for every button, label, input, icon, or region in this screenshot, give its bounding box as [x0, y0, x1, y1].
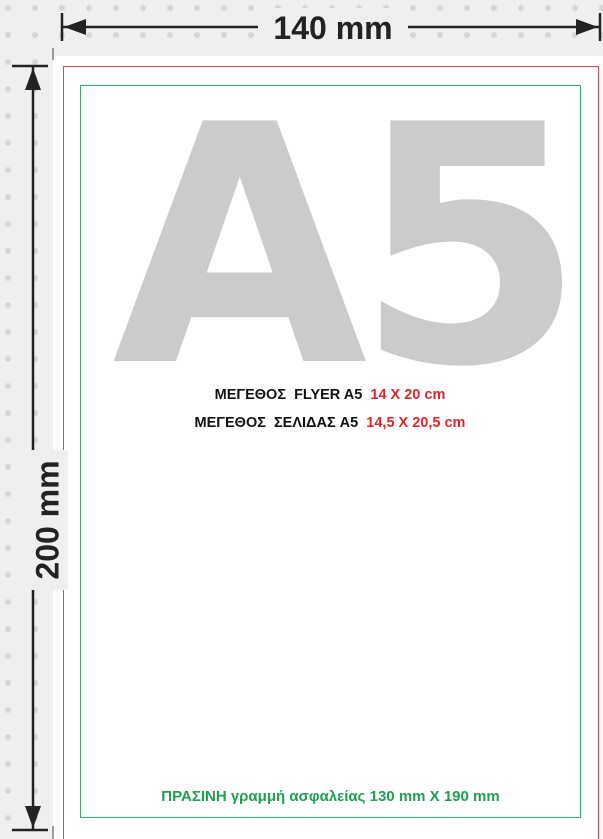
width-label: 140 mm — [258, 8, 408, 48]
width-arrow-right — [576, 19, 598, 35]
height-label: 200 mm — [29, 460, 66, 580]
height-arrow-top — [25, 68, 41, 90]
width-arrow-left — [64, 19, 86, 35]
height-label-box: 200 mm — [28, 450, 68, 590]
dimension-arrows — [12, 13, 602, 839]
height-arrow-bottom — [25, 806, 41, 828]
